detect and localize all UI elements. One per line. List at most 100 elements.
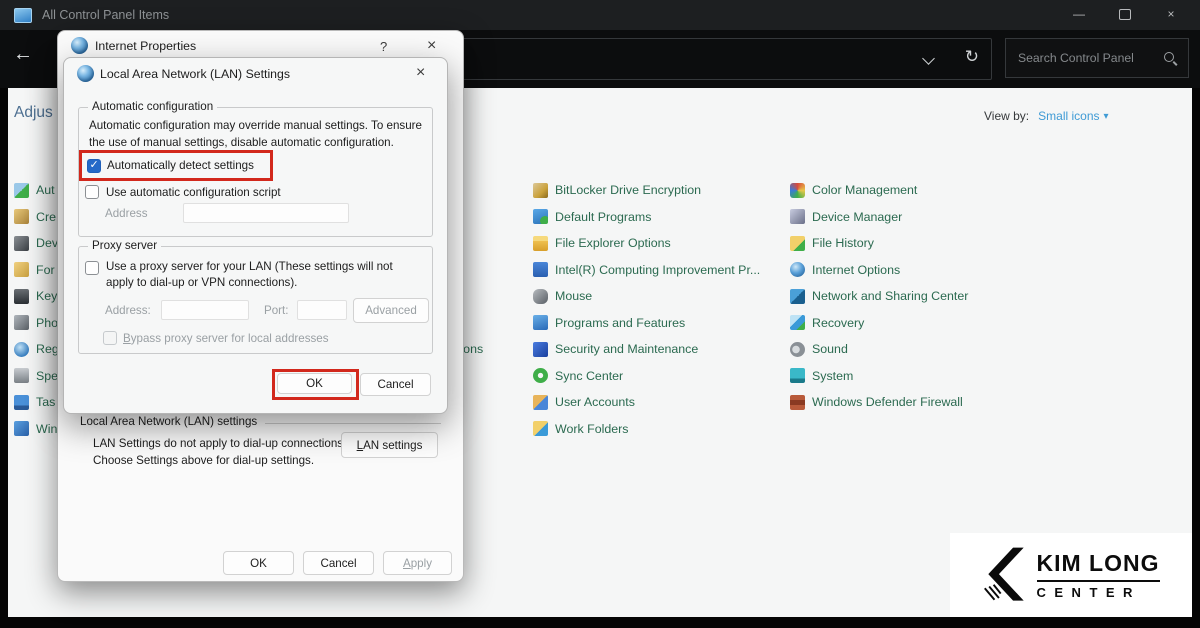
control-panel-item[interactable]: Color Management bbox=[790, 177, 968, 204]
view-by-dropdown[interactable]: Small icons ▾ bbox=[1038, 109, 1108, 123]
control-panel-item[interactable]: Sound bbox=[790, 336, 968, 363]
logo-text: KIM LONG CENTER bbox=[1037, 550, 1160, 600]
ok-button[interactable]: OK bbox=[277, 373, 352, 394]
fonts-icon bbox=[14, 262, 29, 277]
proxy-port-input[interactable] bbox=[297, 300, 347, 320]
control-panel-item[interactable]: File Explorer Options bbox=[533, 230, 760, 257]
back-button[interactable]: ← bbox=[13, 43, 33, 66]
lan-settings-dialog: Local Area Network (LAN) Settings × Auto… bbox=[63, 57, 448, 414]
control-panel-item[interactable]: File History bbox=[790, 230, 968, 257]
control-panel-item[interactable]: Device Manager bbox=[790, 204, 968, 231]
control-panel-item[interactable]: BitLocker Drive Encryption bbox=[533, 177, 760, 204]
items-column-left: Aut Cre Dev For bbox=[14, 177, 59, 442]
view-by: View by: Small icons ▾ bbox=[984, 109, 1109, 123]
control-panel-item[interactable]: Dev bbox=[14, 230, 59, 257]
close-button[interactable]: × bbox=[416, 64, 425, 82]
work-folders-icon bbox=[533, 421, 548, 436]
item-label: Reg bbox=[36, 342, 59, 356]
logo-subtitle: CENTER bbox=[1037, 585, 1160, 600]
use-proxy-server-checkbox[interactable] bbox=[85, 261, 99, 275]
item-label: File Explorer Options bbox=[555, 236, 671, 250]
control-panel-item[interactable]: Pho bbox=[14, 310, 59, 337]
control-panel-item[interactable]: System bbox=[790, 363, 968, 390]
proxy-address-label: Address: bbox=[105, 304, 151, 317]
advanced-button[interactable]: Advanced bbox=[353, 298, 429, 323]
control-panel-item[interactable]: Spe bbox=[14, 363, 59, 390]
default-programs-icon bbox=[533, 209, 548, 224]
control-panel-item[interactable]: Intel(R) Computing Improvement Pr... bbox=[533, 257, 760, 284]
control-panel-item[interactable]: Tas bbox=[14, 389, 59, 416]
control-panel-item[interactable]: Win bbox=[14, 416, 59, 443]
item-label: System bbox=[812, 369, 853, 383]
caret-down-icon: ▾ bbox=[1104, 111, 1109, 122]
bypass-proxy-checkbox[interactable] bbox=[103, 331, 117, 345]
logo-title: KIM LONG bbox=[1037, 550, 1160, 582]
device-manager-icon bbox=[790, 209, 805, 224]
group-label: Local Area Network (LAN) settings bbox=[80, 415, 265, 428]
item-label: Tas bbox=[36, 395, 55, 409]
control-panel-item[interactable]: Programs and Features bbox=[533, 310, 760, 337]
item-label: Network and Sharing Center bbox=[812, 289, 968, 303]
control-panel-item[interactable]: Security and Maintenance bbox=[533, 336, 760, 363]
control-panel-item[interactable]: Default Programs bbox=[533, 204, 760, 231]
control-panel-app-icon bbox=[14, 8, 32, 23]
control-panel-item[interactable]: Key bbox=[14, 283, 59, 310]
file-history-icon bbox=[790, 236, 805, 251]
region-icon bbox=[14, 342, 29, 357]
item-label: Recovery bbox=[812, 316, 864, 330]
close-button[interactable]: × bbox=[427, 37, 436, 55]
close-button[interactable]: × bbox=[1148, 0, 1194, 30]
maximize-button[interactable] bbox=[1102, 0, 1148, 30]
apply-button[interactable]: Apply bbox=[383, 551, 452, 575]
proxy-server-group: Proxy server Use a proxy server for your… bbox=[78, 246, 433, 354]
automatic-configuration-group: Automatic configuration Automatic config… bbox=[78, 107, 433, 237]
control-panel-item[interactable]: User Accounts bbox=[533, 389, 760, 416]
control-panel-item[interactable]: Aut bbox=[14, 177, 59, 204]
refresh-button[interactable]: ↻ bbox=[965, 47, 979, 67]
credential-manager-icon bbox=[14, 209, 29, 224]
kimlong-logo-icon bbox=[983, 545, 1029, 605]
control-panel-item[interactable]: Recovery bbox=[790, 310, 968, 337]
search-box[interactable] bbox=[1005, 38, 1189, 78]
group-label: Proxy server bbox=[88, 239, 161, 252]
item-label: Device Manager bbox=[812, 210, 902, 224]
address-dropdown-icon[interactable] bbox=[922, 52, 935, 65]
proxy-address-input[interactable] bbox=[161, 300, 249, 320]
file-explorer-options-icon bbox=[533, 236, 548, 251]
control-panel-item[interactable]: Sync Center bbox=[533, 363, 760, 390]
automatically-detect-settings-checkbox[interactable]: ✓ bbox=[87, 159, 101, 173]
control-panel-item[interactable]: Mouse bbox=[533, 283, 760, 310]
firewall-icon bbox=[790, 395, 805, 410]
phone-modem-icon bbox=[14, 315, 29, 330]
search-icon bbox=[1163, 51, 1178, 66]
use-config-script-checkbox[interactable] bbox=[85, 185, 99, 199]
taskbar-icon bbox=[14, 395, 29, 410]
config-script-address-input[interactable] bbox=[183, 203, 349, 223]
cancel-button[interactable]: Cancel bbox=[303, 551, 374, 575]
control-panel-item[interactable]: Work Folders bbox=[533, 416, 760, 443]
bitlocker-icon bbox=[533, 183, 548, 198]
search-input[interactable] bbox=[1016, 50, 1163, 66]
item-label: Mouse bbox=[555, 289, 592, 303]
ok-button[interactable]: OK bbox=[223, 551, 294, 575]
control-panel-item[interactable]: Cre bbox=[14, 204, 59, 231]
recovery-icon bbox=[790, 315, 805, 330]
annotation-highlight-ok: OK bbox=[272, 369, 359, 400]
item-label: Dev bbox=[36, 236, 58, 250]
control-panel-item[interactable]: Internet Options bbox=[790, 257, 968, 284]
control-panel-item[interactable]: Reg bbox=[14, 336, 59, 363]
control-panel-item[interactable]: Network and Sharing Center bbox=[790, 283, 968, 310]
cancel-button[interactable]: Cancel bbox=[360, 373, 431, 396]
keyboard-icon bbox=[14, 289, 29, 304]
control-panel-item[interactable]: For bbox=[14, 257, 59, 284]
help-button[interactable]: ? bbox=[380, 39, 387, 54]
control-panel-item[interactable]: Windows Defender Firewall bbox=[790, 389, 968, 416]
item-label: Color Management bbox=[812, 183, 917, 197]
dialog-title: Internet Properties bbox=[95, 39, 196, 53]
item-label: Pho bbox=[36, 316, 58, 330]
checkbox-label: Use automatic configuration script bbox=[106, 186, 281, 199]
device-icon bbox=[14, 236, 29, 251]
lan-settings-button[interactable]: LAN settings bbox=[341, 432, 438, 458]
minimize-button[interactable]: — bbox=[1056, 0, 1102, 30]
item-label: Default Programs bbox=[555, 210, 651, 224]
